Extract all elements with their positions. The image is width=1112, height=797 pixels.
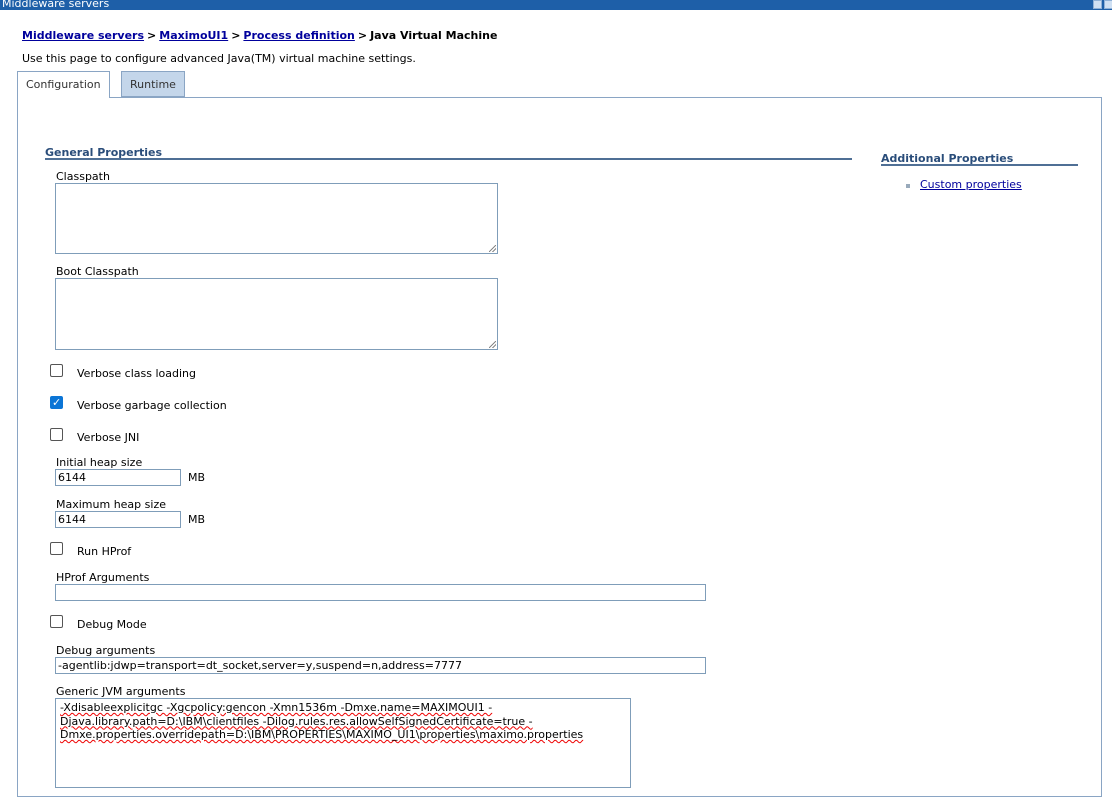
debug-args-input[interactable]: -agentlib:jdwp=transport=dt_socket,serve… bbox=[55, 657, 706, 674]
breadcrumb-separator: > bbox=[231, 29, 241, 42]
verbose-class-loading-label: Verbose class loading bbox=[77, 367, 196, 380]
verbose-gc-label: Verbose garbage collection bbox=[77, 399, 227, 412]
generic-jvm-line: Dmxe.properties.overridepath=D:\IBM\PROP… bbox=[60, 728, 584, 741]
run-hprof-label: Run HProf bbox=[77, 545, 132, 558]
breadcrumb-separator: > bbox=[357, 29, 368, 42]
breadcrumb-link-process-definition[interactable]: Process definition bbox=[243, 29, 354, 42]
verbose-gc-checkbox[interactable]: ✓ bbox=[50, 396, 63, 409]
initial-heap-unit: MB bbox=[188, 471, 206, 484]
window-title: Middleware servers bbox=[2, 0, 110, 10]
help-icon[interactable] bbox=[1093, 0, 1102, 9]
resize-grip-icon[interactable] bbox=[489, 341, 496, 348]
max-heap-input[interactable]: 6144 bbox=[55, 511, 181, 528]
page-description: Use this page to configure advanced Java… bbox=[22, 52, 416, 65]
initial-heap-label: Initial heap size bbox=[56, 456, 143, 469]
run-hprof-checkbox[interactable] bbox=[50, 542, 63, 555]
classpath-label: Classpath bbox=[56, 170, 110, 183]
custom-properties-link[interactable]: Custom properties bbox=[920, 178, 1022, 191]
breadcrumb: Middleware servers > MaximoUI1 > Process def… bbox=[22, 29, 497, 42]
additional-properties-rule bbox=[881, 164, 1078, 166]
verbose-jni-checkbox[interactable] bbox=[50, 428, 63, 441]
bullet-icon bbox=[906, 184, 910, 188]
debug-args-label: Debug arguments bbox=[56, 644, 156, 657]
breadcrumb-separator: > bbox=[147, 29, 157, 42]
hprof-args-input[interactable] bbox=[55, 584, 706, 601]
window-titlebar: Middleware servers bbox=[0, 0, 1112, 10]
boot-classpath-label: Boot Classpath bbox=[56, 265, 139, 278]
generic-jvm-label: Generic JVM arguments bbox=[56, 685, 186, 698]
breadcrumb-current: Java Virtual Machine bbox=[370, 29, 498, 42]
checkmark-icon: ✓ bbox=[52, 396, 62, 409]
verbose-class-loading-checkbox[interactable] bbox=[50, 364, 63, 377]
verbose-jni-label: Verbose JNI bbox=[77, 431, 140, 444]
classpath-textarea[interactable] bbox=[55, 183, 498, 254]
hprof-args-label: HProf Arguments bbox=[56, 571, 150, 584]
initial-heap-input[interactable]: 6144 bbox=[55, 469, 181, 486]
generic-jvm-line: Djava.library.path=D:\IBM\clientfiles -D… bbox=[60, 714, 533, 728]
generic-jvm-line: -Xdisableexplicitgc -Xgcpolicy:gencon -X… bbox=[60, 701, 493, 714]
boot-classpath-textarea[interactable] bbox=[55, 278, 498, 350]
breadcrumb-link-server[interactable]: MaximoUI1 bbox=[159, 29, 228, 42]
debug-mode-label: Debug Mode bbox=[77, 618, 147, 631]
max-heap-unit: MB bbox=[188, 513, 206, 526]
tab-runtime[interactable]: Runtime bbox=[121, 71, 185, 97]
generic-jvm-value: -Xdisableexplicitgc -Xgcpolicy:gencon -X… bbox=[60, 701, 625, 742]
debug-mode-checkbox[interactable] bbox=[50, 615, 63, 628]
max-heap-label: Maximum heap size bbox=[56, 498, 166, 511]
minimize-icon[interactable] bbox=[1104, 0, 1112, 9]
breadcrumb-link-middleware-servers[interactable]: Middleware servers bbox=[22, 29, 144, 42]
tab-configuration[interactable]: Configuration bbox=[17, 71, 110, 98]
resize-grip-icon[interactable] bbox=[489, 245, 496, 252]
general-properties-rule bbox=[45, 158, 852, 160]
generic-jvm-textarea[interactable]: -Xdisableexplicitgc -Xgcpolicy:gencon -X… bbox=[55, 698, 631, 788]
